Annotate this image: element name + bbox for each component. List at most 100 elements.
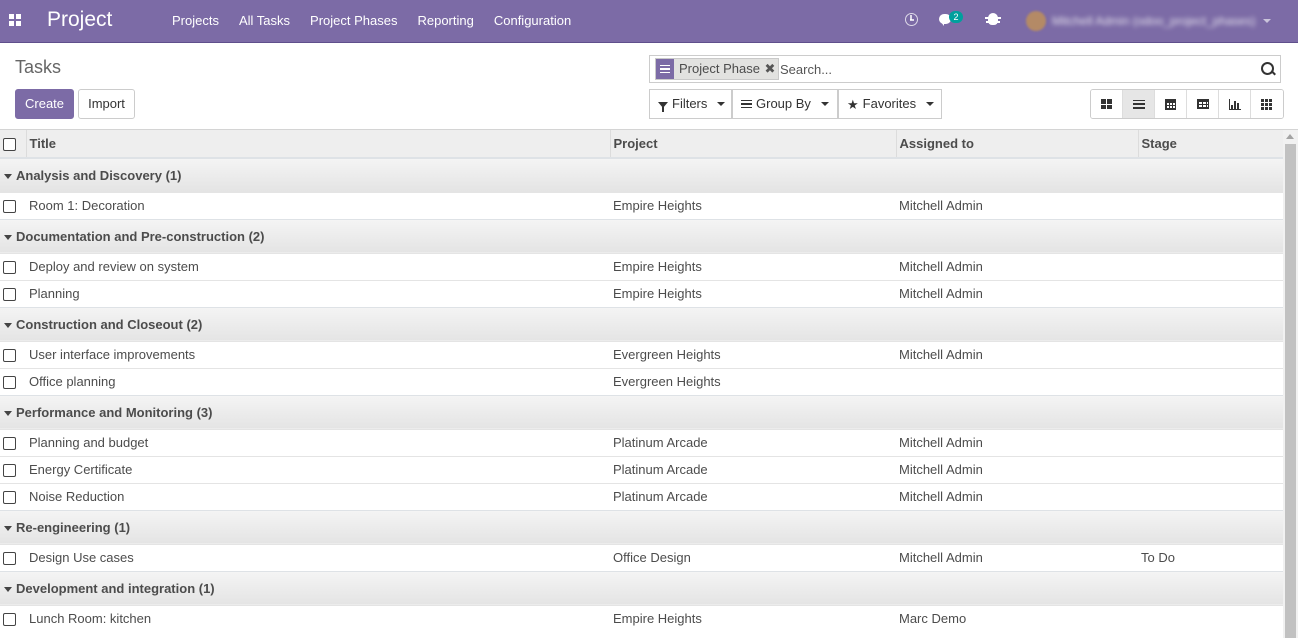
row-select-cell (0, 482, 26, 510)
row-checkbox[interactable] (3, 200, 16, 214)
column-header-project[interactable]: Project (610, 130, 897, 159)
table-row[interactable]: Office planning Evergreen Heights (0, 367, 1283, 395)
scrollbar-thumb[interactable] (1285, 144, 1296, 638)
row-checkbox[interactable] (3, 376, 16, 390)
cell-title: Planning (26, 279, 610, 307)
group-row[interactable]: Analysis and Discovery (1) (0, 157, 1283, 192)
cell-assigned-to: Mitchell Admin (896, 252, 1138, 280)
cell-assigned-to: Mitchell Admin (896, 543, 1138, 571)
table-row[interactable]: Deploy and review on system Empire Height… (0, 252, 1283, 280)
row-checkbox[interactable] (3, 261, 16, 275)
messages-counter-badge: 2 (949, 11, 963, 23)
menu-item-all-tasks[interactable]: All Tasks (229, 0, 300, 42)
filters-dropdown[interactable]: Filters (649, 89, 732, 119)
group-row[interactable]: Performance and Monitoring (3) (0, 394, 1283, 429)
cell-title: Energy Certificate (26, 455, 610, 483)
cell-stage (1138, 604, 1283, 632)
cell-project: Empire Heights (610, 279, 896, 307)
group-header-cell[interactable]: Performance and Monitoring (3) (0, 394, 1283, 429)
group-label: Development and integration (1) (16, 580, 215, 596)
groupby-label: Group By (756, 96, 811, 111)
search-input[interactable] (780, 59, 1250, 79)
user-menu[interactable]: Mitchell Admin (odoo_project_phases) (1026, 11, 1272, 31)
cell-project: Empire Heights (610, 191, 896, 219)
page-title: Tasks (15, 57, 62, 77)
menu-item-projects[interactable]: Projects (162, 0, 229, 42)
column-header-assigned-to[interactable]: Assigned to (896, 130, 1139, 159)
group-header-cell[interactable]: Construction and Closeout (2) (0, 306, 1283, 341)
row-select-cell (0, 428, 26, 456)
row-select-cell (0, 252, 26, 280)
graph-view-button[interactable] (1219, 90, 1251, 118)
group-header-cell[interactable]: Documentation and Pre-construction (2) (0, 218, 1283, 253)
groupby-dropdown[interactable]: Group By (732, 89, 838, 119)
main-menu: Projects All Tasks Project Phases Report… (162, 0, 581, 42)
user-avatar (1026, 11, 1046, 31)
table-row[interactable]: User interface improvements Evergreen Hei… (0, 340, 1283, 368)
table-row[interactable]: Design Use cases Office Design Mitchell Ad… (0, 543, 1283, 571)
group-header-cell[interactable]: Re-engineering (1) (0, 509, 1283, 544)
kanban-view-button[interactable] (1091, 90, 1123, 118)
table-row[interactable]: Planning and budget Platinum Arcade Mitche… (0, 428, 1283, 456)
menu-item-configuration[interactable]: Configuration (484, 0, 581, 42)
cell-title: Lunch Room: kitchen (26, 604, 610, 632)
select-all-checkbox[interactable] (3, 138, 16, 152)
group-row[interactable]: Documentation and Pre-construction (2) (0, 218, 1283, 253)
caret-down-icon (4, 525, 12, 531)
favorites-dropdown[interactable]: ★ Favorites (838, 89, 942, 119)
group-label: Performance and Monitoring (3) (16, 404, 213, 420)
cell-stage (1138, 455, 1283, 483)
app-brand[interactable]: Project (47, 8, 112, 32)
row-checkbox[interactable] (3, 464, 16, 478)
table-row[interactable]: Noise Reduction Platinum Arcade Mitchell A… (0, 482, 1283, 510)
table-row[interactable]: Energy Certificate Platinum Arcade Mitchel… (0, 455, 1283, 483)
group-header-cell[interactable]: Development and integration (1) (0, 570, 1283, 605)
row-checkbox[interactable] (3, 288, 16, 302)
cell-title: Deploy and review on system (26, 252, 610, 280)
facet-remove-icon[interactable]: ✖ (764, 59, 776, 79)
table-row[interactable]: Lunch Room: kitchen Empire Heights Marc De… (0, 604, 1283, 632)
search-facet: Project Phase ✖ (655, 58, 779, 80)
apps-menu-icon[interactable] (9, 14, 21, 26)
row-checkbox[interactable] (3, 437, 16, 451)
group-row[interactable]: Re-engineering (1) (0, 509, 1283, 544)
cell-assigned-to (896, 367, 1138, 395)
row-checkbox[interactable] (3, 552, 16, 566)
vertical-scrollbar[interactable] (1283, 130, 1298, 638)
table-row[interactable]: Room 1: Decoration Empire Heights Mitchell… (0, 191, 1283, 219)
group-header-cell[interactable]: Analysis and Discovery (1) (0, 157, 1283, 192)
group-row[interactable]: Development and integration (1) (0, 570, 1283, 605)
cell-assigned-to: Mitchell Admin (896, 428, 1138, 456)
menu-item-reporting[interactable]: Reporting (407, 0, 483, 42)
group-label: Re-engineering (1) (16, 519, 131, 535)
create-button[interactable]: Create (15, 89, 74, 119)
group-row[interactable]: Construction and Closeout (2) (0, 306, 1283, 341)
row-checkbox[interactable] (3, 613, 16, 627)
chevron-down-icon (1263, 19, 1272, 23)
cell-assigned-to: Mitchell Admin (896, 482, 1138, 510)
scroll-up-arrow-icon[interactable] (1286, 134, 1294, 139)
list-view-button[interactable] (1123, 90, 1155, 118)
activity-clock-icon[interactable] (905, 13, 918, 26)
row-checkbox[interactable] (3, 491, 16, 505)
cell-project: Office Design (610, 543, 896, 571)
cell-title: Design Use cases (26, 543, 610, 571)
cell-stage (1138, 340, 1283, 368)
column-header-title[interactable]: Title (26, 130, 611, 159)
activity-view-button[interactable] (1251, 90, 1283, 118)
calendar-view-button[interactable] (1155, 90, 1187, 118)
group-label: Analysis and Discovery (1) (16, 167, 182, 183)
cell-project: Platinum Arcade (610, 428, 896, 456)
table-row[interactable]: Planning Empire Heights Mitchell Admin (0, 279, 1283, 307)
search-icon[interactable] (1261, 62, 1274, 75)
row-select-cell (0, 191, 26, 219)
caret-down-icon (820, 102, 829, 106)
column-header-stage[interactable]: Stage (1138, 130, 1283, 159)
pivot-view-button[interactable] (1187, 90, 1219, 118)
cell-stage: To Do (1138, 543, 1283, 571)
row-checkbox[interactable] (3, 349, 16, 363)
cell-assigned-to: Mitchell Admin (896, 279, 1138, 307)
menu-item-project-phases[interactable]: Project Phases (300, 0, 407, 42)
import-button[interactable]: Import (78, 89, 135, 119)
debug-bug-icon[interactable] (985, 13, 1001, 25)
